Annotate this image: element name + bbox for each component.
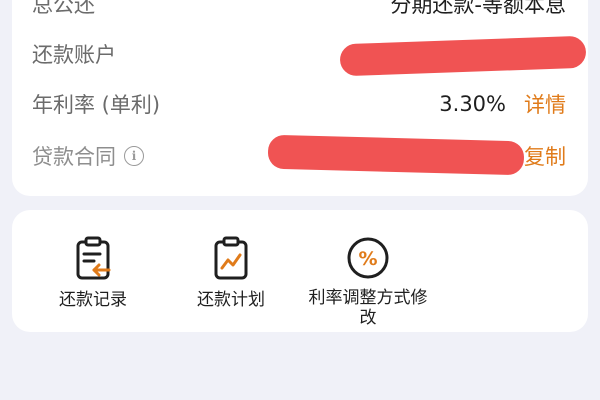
interest-rate-value-group: 3.30% 详情 — [439, 89, 566, 119]
quick-actions-card: 还款记录 还款计划 % 利率调整方式修改 — [12, 210, 588, 332]
loan-info-card: 总公还 分期还款-等额本息 还款账户 年利率 (单利) 3.30% 详情 贷款合… — [12, 0, 588, 196]
info-icon[interactable]: i — [124, 146, 144, 166]
repayment-method-value: 分期还款-等额本息 — [390, 0, 566, 17]
interest-rate-details-link[interactable]: 详情 — [524, 89, 566, 119]
interest-rate-label: 年利率 (单利) — [32, 93, 161, 117]
loan-contract-label-group: 贷款合同 i — [32, 141, 144, 171]
interest-rate-row: 年利率 (单利) 3.30% 详情 — [32, 84, 566, 124]
svg-text:%: % — [358, 248, 377, 270]
rate-adjustment-button[interactable]: % 利率调整方式修改 — [300, 210, 436, 332]
rate-adjustment-label: 利率调整方式修改 — [308, 288, 428, 328]
clipboard-return-icon — [76, 236, 111, 280]
repayment-plan-button[interactable]: 还款计划 — [166, 210, 296, 332]
interest-rate-value: 3.30% — [439, 92, 506, 116]
loan-contract-label: 贷款合同 — [32, 145, 116, 169]
clipboard-chart-icon — [214, 236, 248, 280]
repayment-method-row: 总公还 分期还款-等额本息 — [32, 0, 566, 24]
repayment-records-label: 还款记录 — [59, 290, 127, 310]
repayment-records-button[interactable]: 还款记录 — [28, 210, 158, 332]
copy-contract-link[interactable]: 复制 — [524, 141, 566, 171]
contract-redaction-mark — [267, 134, 525, 176]
percent-circle-icon: % — [347, 237, 389, 279]
repayment-method-label: 总公还 — [32, 0, 95, 17]
repayment-plan-label: 还款计划 — [197, 290, 265, 310]
repayment-account-label: 还款账户 — [32, 43, 116, 67]
